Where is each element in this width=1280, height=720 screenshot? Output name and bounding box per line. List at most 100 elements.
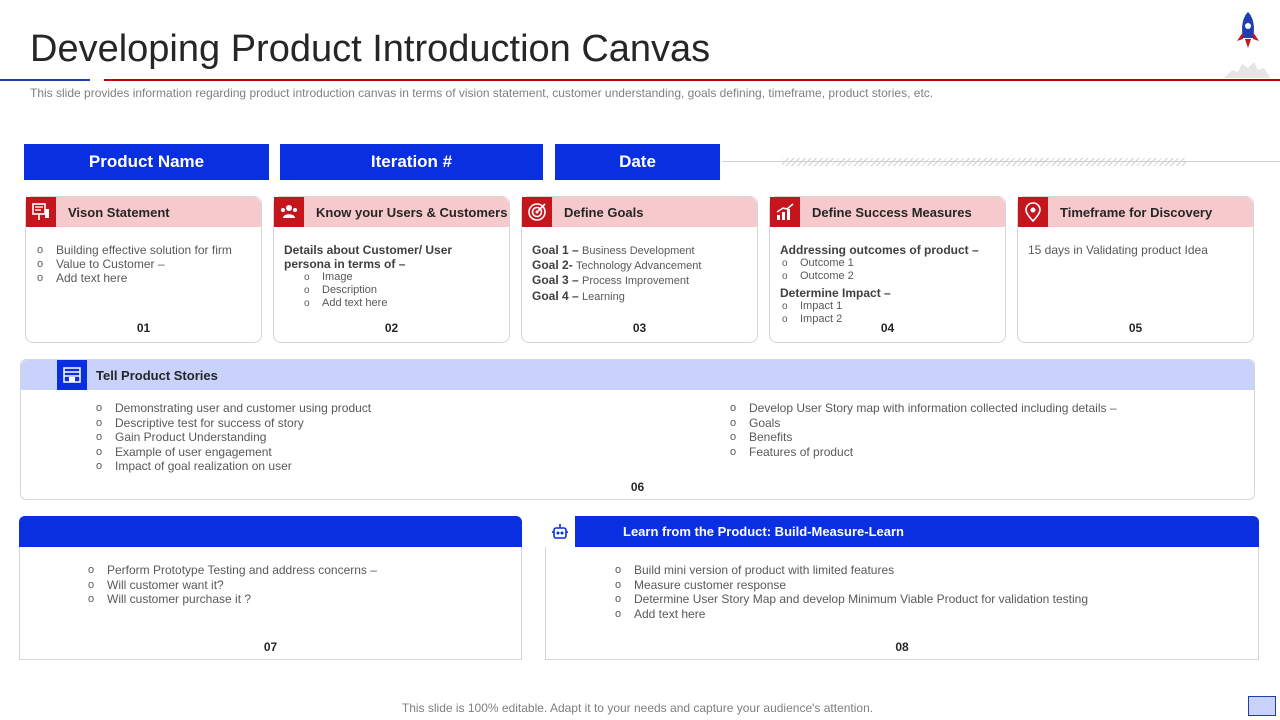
list-item: Add text here	[36, 271, 253, 285]
list-item: Build mini version of product with limit…	[614, 563, 1088, 578]
list-item: Goals	[729, 416, 1117, 431]
goal-separator: –	[568, 273, 583, 287]
card-header: Define Goals	[522, 197, 757, 227]
list-item: Measure customer response	[614, 578, 1088, 593]
card-body: Goal 1 – Business Development Goal 2- Te…	[532, 243, 749, 304]
goal-label: Goal 3	[532, 273, 569, 287]
panel-header: Learn from the Product: Build-Measure-Le…	[545, 516, 1259, 547]
list-item: Features of product	[729, 445, 1117, 460]
stories-left-list: Demonstrating user and customer using pr…	[95, 401, 371, 474]
list-item: Value to Customer –	[36, 257, 253, 271]
card-timeframe: Timeframe for Discovery 15 days in Valid…	[1017, 196, 1254, 343]
stories-right-list: Develop User Story map with information …	[729, 401, 1117, 459]
card-text: 15 days in Validating product Idea	[1028, 243, 1208, 257]
growth-chart-icon	[770, 197, 800, 227]
list-item: Outcome 1	[762, 257, 997, 270]
goal-label: Goal 1	[532, 243, 569, 257]
location-pin-icon	[1018, 197, 1048, 227]
list-item: Determine User Story Map and develop Min…	[614, 592, 1088, 607]
card-title: Define Goals	[564, 205, 644, 220]
card-subheading: Details about Customer/ User persona in …	[284, 243, 453, 271]
panel-header	[19, 516, 522, 547]
card-title: Vison Statement	[68, 205, 170, 220]
card-subheading: Determine Impact –	[780, 286, 891, 300]
stories-title: Tell Product Stories	[96, 368, 218, 383]
card-number: 01	[136, 321, 151, 335]
card-define-goals: Define Goals Goal 1 – Business Developme…	[521, 196, 758, 343]
card-title: Define Success Measures	[812, 205, 972, 220]
list-item: Demonstrating user and customer using pr…	[95, 401, 371, 416]
card-number: 04	[880, 321, 895, 335]
list-item: Image	[284, 271, 501, 284]
iteration-pill: Iteration #	[280, 144, 543, 180]
card-header: Vison Statement	[26, 197, 261, 227]
title-rule-red	[104, 79, 1280, 81]
list-item: Impact 1	[762, 300, 997, 313]
card-number: 05	[1128, 321, 1143, 335]
card-body: Addressing outcomes of product – Outcome…	[780, 243, 997, 326]
panel-title: Learn from the Product: Build-Measure-Le…	[623, 524, 904, 539]
list-item: Will customer purchase it ?	[87, 592, 377, 607]
book-stack-icon	[57, 360, 87, 390]
goal-separator: –	[568, 243, 583, 257]
product-name-pill: Product Name	[24, 144, 269, 180]
list-item: Develop User Story map with information …	[729, 401, 1117, 416]
panel-build-measure-learn: Learn from the Product: Build-Measure-Le…	[545, 516, 1259, 660]
list-item: Description	[284, 284, 501, 297]
card-number: 02	[384, 321, 399, 335]
presentation-icon	[26, 197, 56, 227]
goal-label: Goal 2	[532, 258, 569, 272]
list-item: Building effective solution for firm	[36, 243, 253, 257]
goal-label: Goal 4	[532, 289, 569, 303]
goal-text: Learning	[582, 291, 625, 303]
target-icon	[522, 197, 552, 227]
list-item: Impact of goal realization on user	[95, 459, 371, 474]
card-know-users: Know your Users & Customers Details abou…	[273, 196, 510, 343]
title-rule-blue	[0, 79, 90, 81]
users-icon	[274, 197, 304, 227]
screen-icon	[1248, 696, 1276, 716]
goal-line: Goal 3 – Process Improvement	[532, 273, 749, 288]
list-item: Will customer want it?	[87, 578, 377, 593]
list-item: Add text here	[614, 607, 1088, 622]
goal-line: Goal 1 – Business Development	[532, 243, 749, 258]
card-title: Timeframe for Discovery	[1060, 205, 1213, 220]
list-item: Add text here	[284, 297, 501, 310]
list-item: Descriptive test for success of story	[95, 416, 371, 431]
goal-line: Goal 2- Technology Advancement	[532, 258, 749, 273]
card-body: 15 days in Validating product Idea	[1028, 243, 1245, 257]
hatch-decoration	[782, 158, 1186, 166]
card-header: Timeframe for Discovery	[1018, 197, 1253, 227]
card-header: Know your Users & Customers	[274, 197, 509, 227]
goal-separator: –	[568, 289, 583, 303]
footer-note: This slide is 100% editable. Adapt it to…	[401, 701, 874, 715]
page-subtitle: This slide provides information regardin…	[30, 86, 934, 100]
list-item: Benefits	[729, 430, 1117, 445]
goal-line: Goal 4 – Learning	[532, 289, 749, 304]
card-number: 03	[632, 321, 647, 335]
goal-separator: -	[568, 258, 577, 272]
goal-text: Process Improvement	[582, 275, 690, 287]
card-vision-statement: Vison Statement Building effective solut…	[25, 196, 262, 343]
goal-text: Business Development	[582, 245, 695, 257]
stories-header: Tell Product Stories	[21, 360, 1254, 390]
card-header: Define Success Measures	[770, 197, 1005, 227]
card-success-measures: Define Success Measures Addressing outco…	[769, 196, 1006, 343]
section-number: 08	[895, 640, 909, 654]
panel-list: Build mini version of product with limit…	[614, 563, 1088, 621]
section-number: 06	[630, 480, 645, 494]
card-body: Building effective solution for firm Val…	[36, 243, 253, 285]
rocket-logo-icon	[1222, 8, 1272, 80]
stories-section: Tell Product Stories Demonstrating user …	[20, 359, 1255, 500]
card-body: Details about Customer/ User persona in …	[284, 243, 501, 310]
card-subheading: Addressing outcomes of product –	[780, 243, 979, 257]
list-item: Outcome 2	[762, 270, 997, 283]
robot-icon	[545, 516, 575, 547]
list-item: Perform Prototype Testing and address co…	[87, 563, 377, 578]
goal-text: Technology Advancement	[576, 260, 702, 272]
list-item: Gain Product Understanding	[95, 430, 371, 445]
page-title: Developing Product Introduction Canvas	[30, 28, 711, 70]
list-item: Example of user engagement	[95, 445, 371, 460]
date-pill: Date	[555, 144, 720, 180]
panel-prototype-testing: Perform Prototype Testing and address co…	[19, 516, 522, 660]
